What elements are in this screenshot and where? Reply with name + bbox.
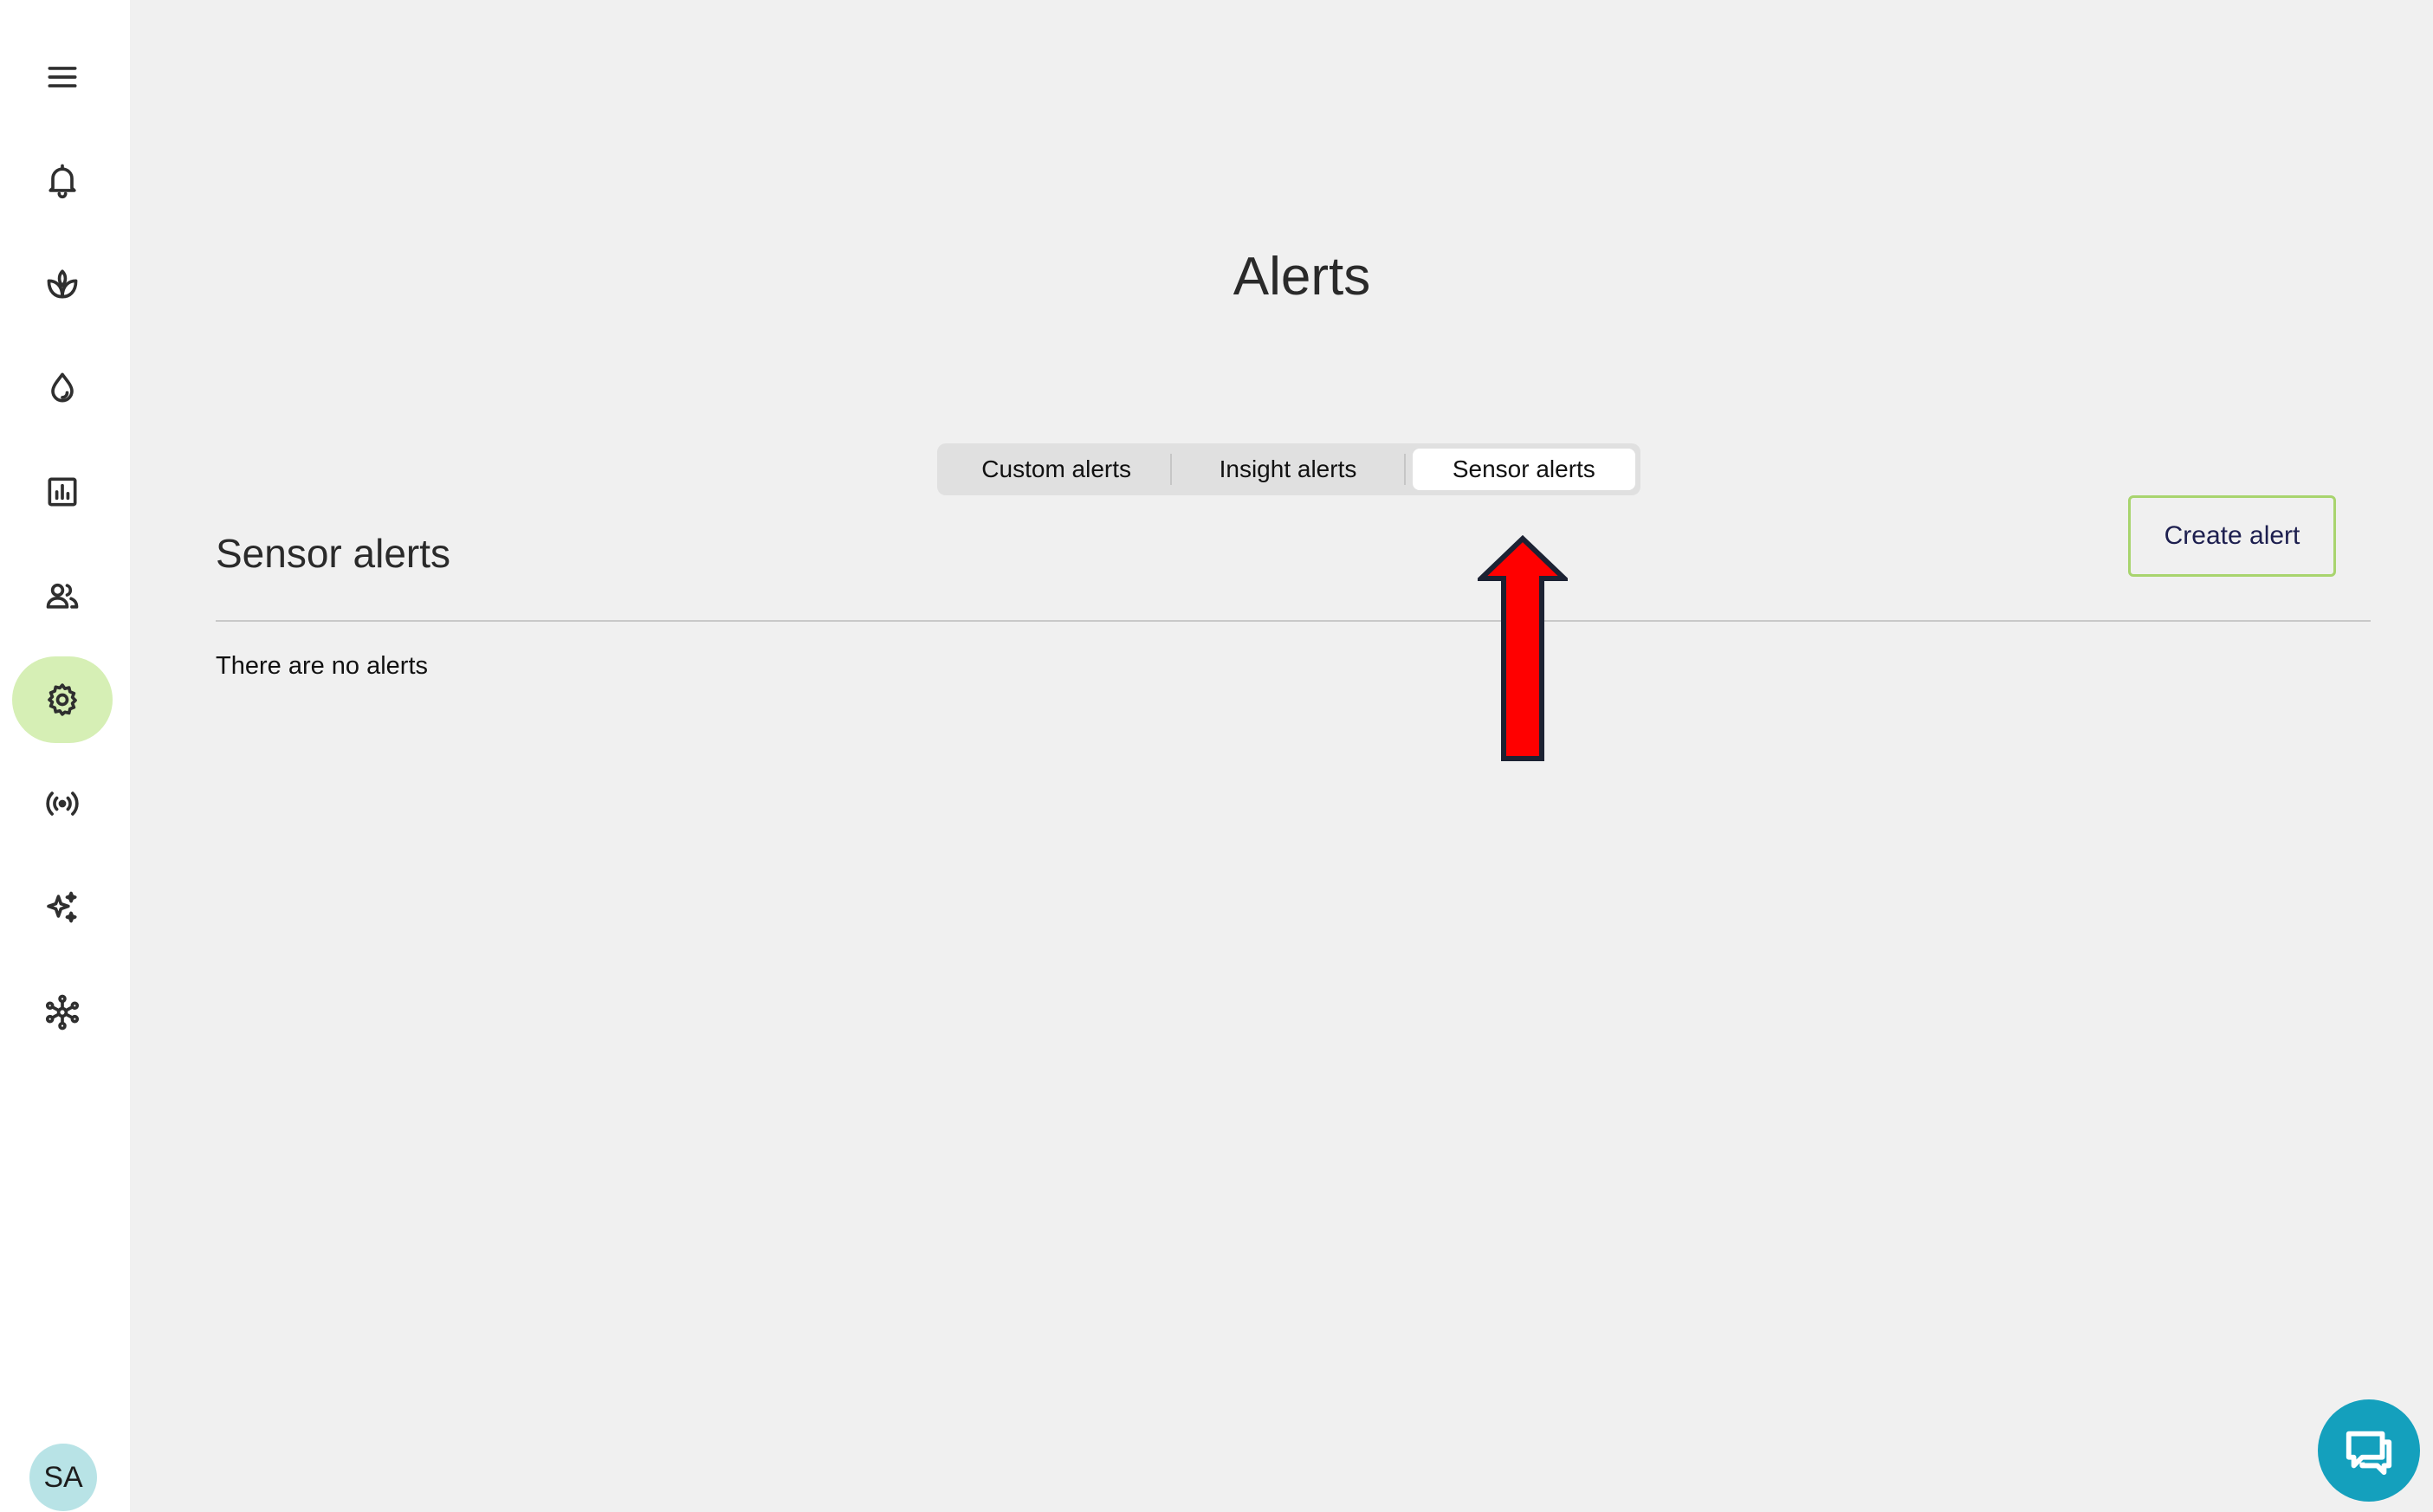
chart-icon [48, 477, 77, 507]
annotation-arrow-icon [1478, 535, 1568, 761]
network-icon [45, 994, 80, 1031]
tab-separator [1403, 454, 1406, 485]
sidebar-item-integrations[interactable] [12, 969, 113, 1056]
sidebar-item-users[interactable] [12, 552, 113, 639]
alert-type-tabs: Custom alerts Insight alerts Sensor aler… [937, 443, 1640, 495]
tab-insight-alerts[interactable]: Insight alerts [1172, 449, 1403, 490]
app-root: SA Alerts Custom alerts Insight alerts S… [0, 0, 2433, 1512]
avatar[interactable]: SA [29, 1444, 97, 1511]
section-title: Sensor alerts [216, 531, 451, 576]
empty-state-message: There are no alerts [216, 652, 429, 680]
sidebar-item-settings[interactable] [12, 656, 113, 743]
sidebar-item-crops[interactable] [12, 241, 113, 327]
chat-button[interactable] [2318, 1399, 2420, 1502]
sparkle-icon [47, 891, 77, 923]
create-alert-button[interactable]: Create alert [2128, 495, 2336, 577]
bell-icon [49, 164, 76, 199]
tab-custom-alerts[interactable]: Custom alerts [942, 449, 1170, 490]
menu-icon [48, 67, 77, 87]
water-drop-icon [51, 372, 74, 403]
tab-sensor-alerts[interactable]: Sensor alerts [1412, 449, 1635, 490]
section-divider [216, 620, 2371, 622]
sidebar-item-alerts[interactable] [12, 137, 113, 223]
plant-icon [47, 269, 78, 299]
gear-icon [48, 683, 77, 716]
sidebar-item-insights[interactable] [12, 864, 113, 951]
sensor-broadcast-icon [46, 792, 79, 816]
sidebar: SA [0, 0, 130, 1512]
menu-button[interactable] [12, 34, 113, 120]
page-title: Alerts [1233, 247, 1371, 307]
sidebar-item-reports[interactable] [12, 449, 113, 535]
sidebar-item-irrigation[interactable] [12, 345, 113, 431]
sidebar-item-sensors[interactable] [12, 760, 113, 847]
users-icon [46, 583, 79, 609]
chat-icon [2346, 1431, 2392, 1476]
